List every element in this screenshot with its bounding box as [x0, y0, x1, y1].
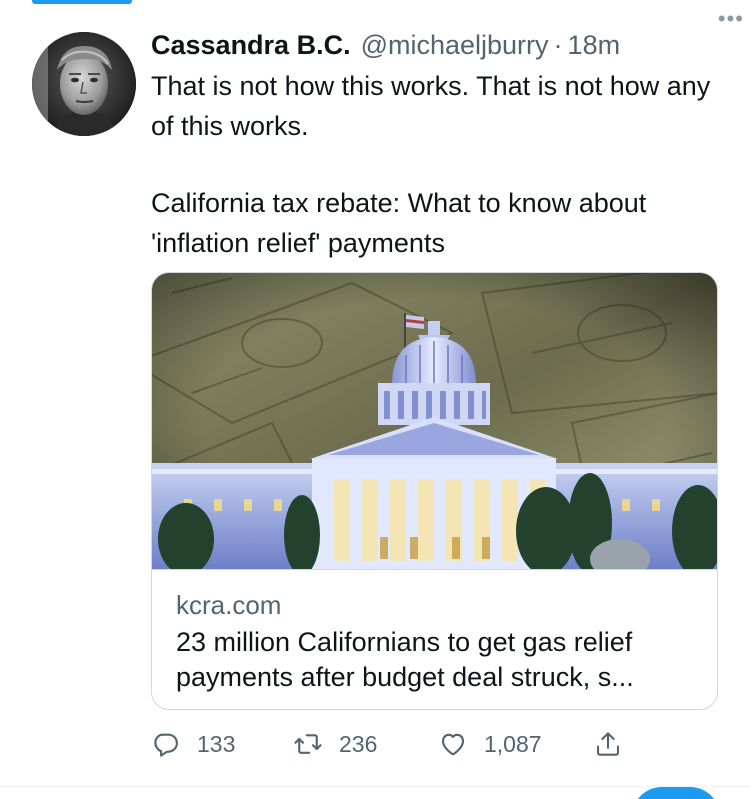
tweet-header: Cassandra B.C. @michaeljburry · 18m — [151, 30, 720, 64]
share-button[interactable] — [593, 728, 623, 760]
timestamp[interactable]: 18m — [568, 30, 621, 61]
tweet-text-line: California tax rebate: What to know abou… — [151, 188, 647, 258]
heart-icon — [441, 733, 465, 756]
avatar-photo — [32, 32, 136, 136]
reply-count: 133 — [197, 730, 236, 757]
link-card[interactable]: kcra.com 23 million Californians to get … — [151, 272, 718, 710]
tweet-actions: 133 236 1,087 — [151, 728, 651, 760]
display-name[interactable]: Cassandra B.C. — [151, 30, 351, 61]
share-icon — [596, 732, 620, 756]
avatar[interactable] — [32, 32, 136, 136]
like-count: 1,087 — [484, 730, 542, 757]
card-domain: kcra.com — [176, 590, 282, 620]
separator-dot: · — [553, 30, 563, 60]
tweet-text-line: That is not how this works. That is not … — [151, 71, 711, 141]
more-horizontal-icon[interactable]: ••• — [718, 6, 744, 32]
reply-button[interactable]: 133 — [151, 728, 235, 760]
compose-fab-button[interactable] — [632, 787, 720, 799]
card-title: 23 million Californians to get gas relie… — [176, 627, 634, 692]
card-divider — [152, 569, 717, 570]
card-image — [152, 273, 717, 569]
tweet[interactable]: Cassandra B.C. @michaeljburry · 18m ••• … — [0, 0, 750, 786]
retweet-icon — [294, 734, 322, 754]
retweet-count: 236 — [339, 730, 378, 757]
tweet-text: That is not how this works. That is not … — [151, 66, 731, 263]
user-handle[interactable]: @michaeljburry — [361, 30, 549, 61]
tweet-divider — [0, 786, 750, 787]
retweet-button[interactable]: 236 — [293, 728, 377, 760]
like-button[interactable]: 1,087 — [438, 728, 542, 760]
reply-icon — [154, 733, 178, 757]
